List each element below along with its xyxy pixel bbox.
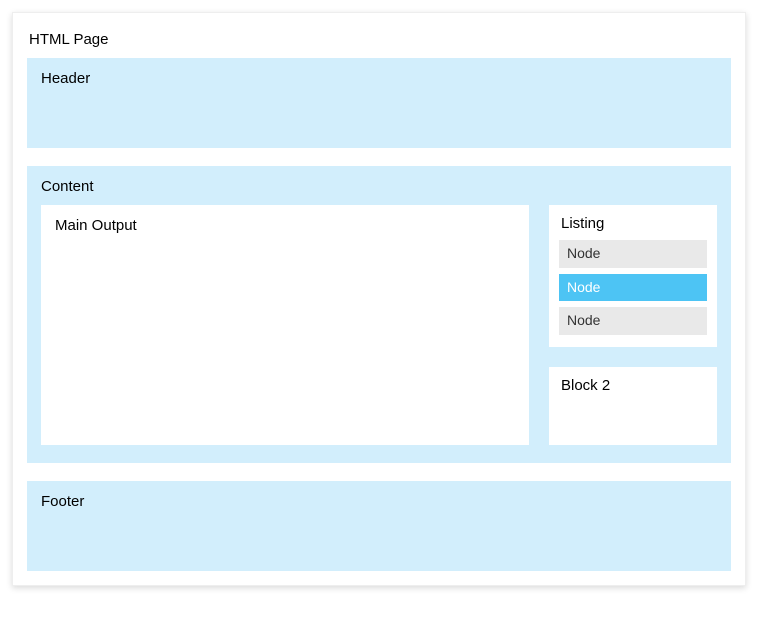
main-output-panel: Main Output (41, 205, 529, 445)
content-body: Main Output Listing Node Node Node Block… (41, 205, 717, 445)
footer-region: Footer (27, 481, 731, 571)
list-item[interactable]: Node (559, 240, 707, 268)
main-output-label: Main Output (55, 217, 137, 234)
list-item[interactable]: Node (559, 307, 707, 335)
listing-title: Listing (559, 215, 707, 240)
listing-panel: Listing Node Node Node (549, 205, 717, 347)
html-page-wireframe: HTML Page Header Content Main Output Lis… (12, 12, 746, 586)
content-label: Content (41, 178, 717, 195)
list-item[interactable]: Node (559, 274, 707, 302)
header-label: Header (41, 70, 717, 87)
side-column: Listing Node Node Node Block 2 (549, 205, 717, 445)
block-2-panel: Block 2 (549, 367, 717, 445)
header-region: Header (27, 58, 731, 148)
node-list: Node Node Node (559, 240, 707, 335)
block-2-label: Block 2 (559, 377, 707, 402)
content-region: Content Main Output Listing Node Node No… (27, 166, 731, 463)
page-title: HTML Page (27, 27, 731, 58)
footer-label: Footer (41, 493, 717, 510)
